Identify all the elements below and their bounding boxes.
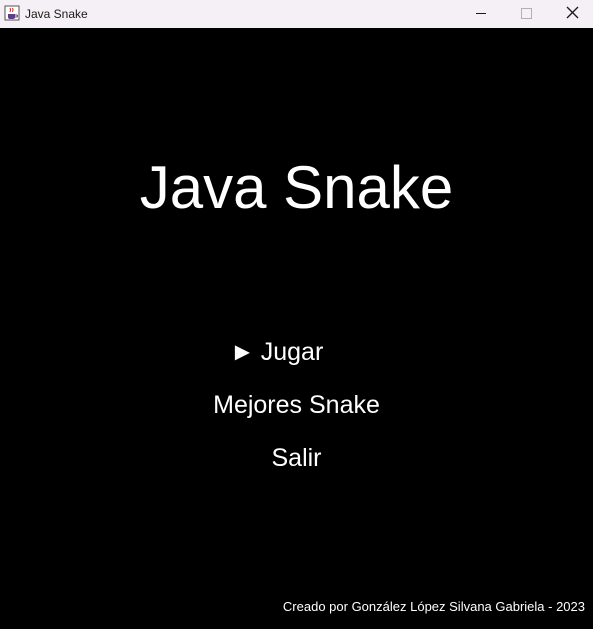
credits-text: Creado por González López Silvana Gabrie… [282, 599, 585, 614]
close-icon [566, 6, 579, 19]
window-titlebar[interactable]: Java Snake [0, 0, 593, 28]
minimize-button[interactable] [457, 0, 503, 28]
window-title: Java Snake [25, 7, 88, 21]
menu-item-label: Salir [271, 444, 322, 472]
menu-item-label: Jugar [260, 338, 324, 366]
menu-item-salir[interactable]: Salir [0, 442, 593, 474]
menu-item-mejores-snake[interactable]: Mejores Snake [0, 389, 593, 421]
menu-item-jugar[interactable]: ► Jugar [230, 336, 323, 368]
close-button[interactable] [549, 0, 593, 28]
maximize-button[interactable] [503, 0, 549, 28]
menu-item-label: Mejores Snake [213, 391, 380, 419]
game-window: Java Snake Java Snake ► Jugar Mejores Sna… [0, 0, 593, 629]
selector-arrow-icon: ► [230, 338, 255, 366]
game-title: Java Snake [139, 154, 454, 221]
java-cup-icon [4, 5, 20, 21]
minimize-icon [476, 13, 486, 14]
maximize-icon [521, 8, 532, 19]
game-canvas[interactable]: Java Snake ► Jugar Mejores Snake Salir Cr… [0, 28, 593, 629]
